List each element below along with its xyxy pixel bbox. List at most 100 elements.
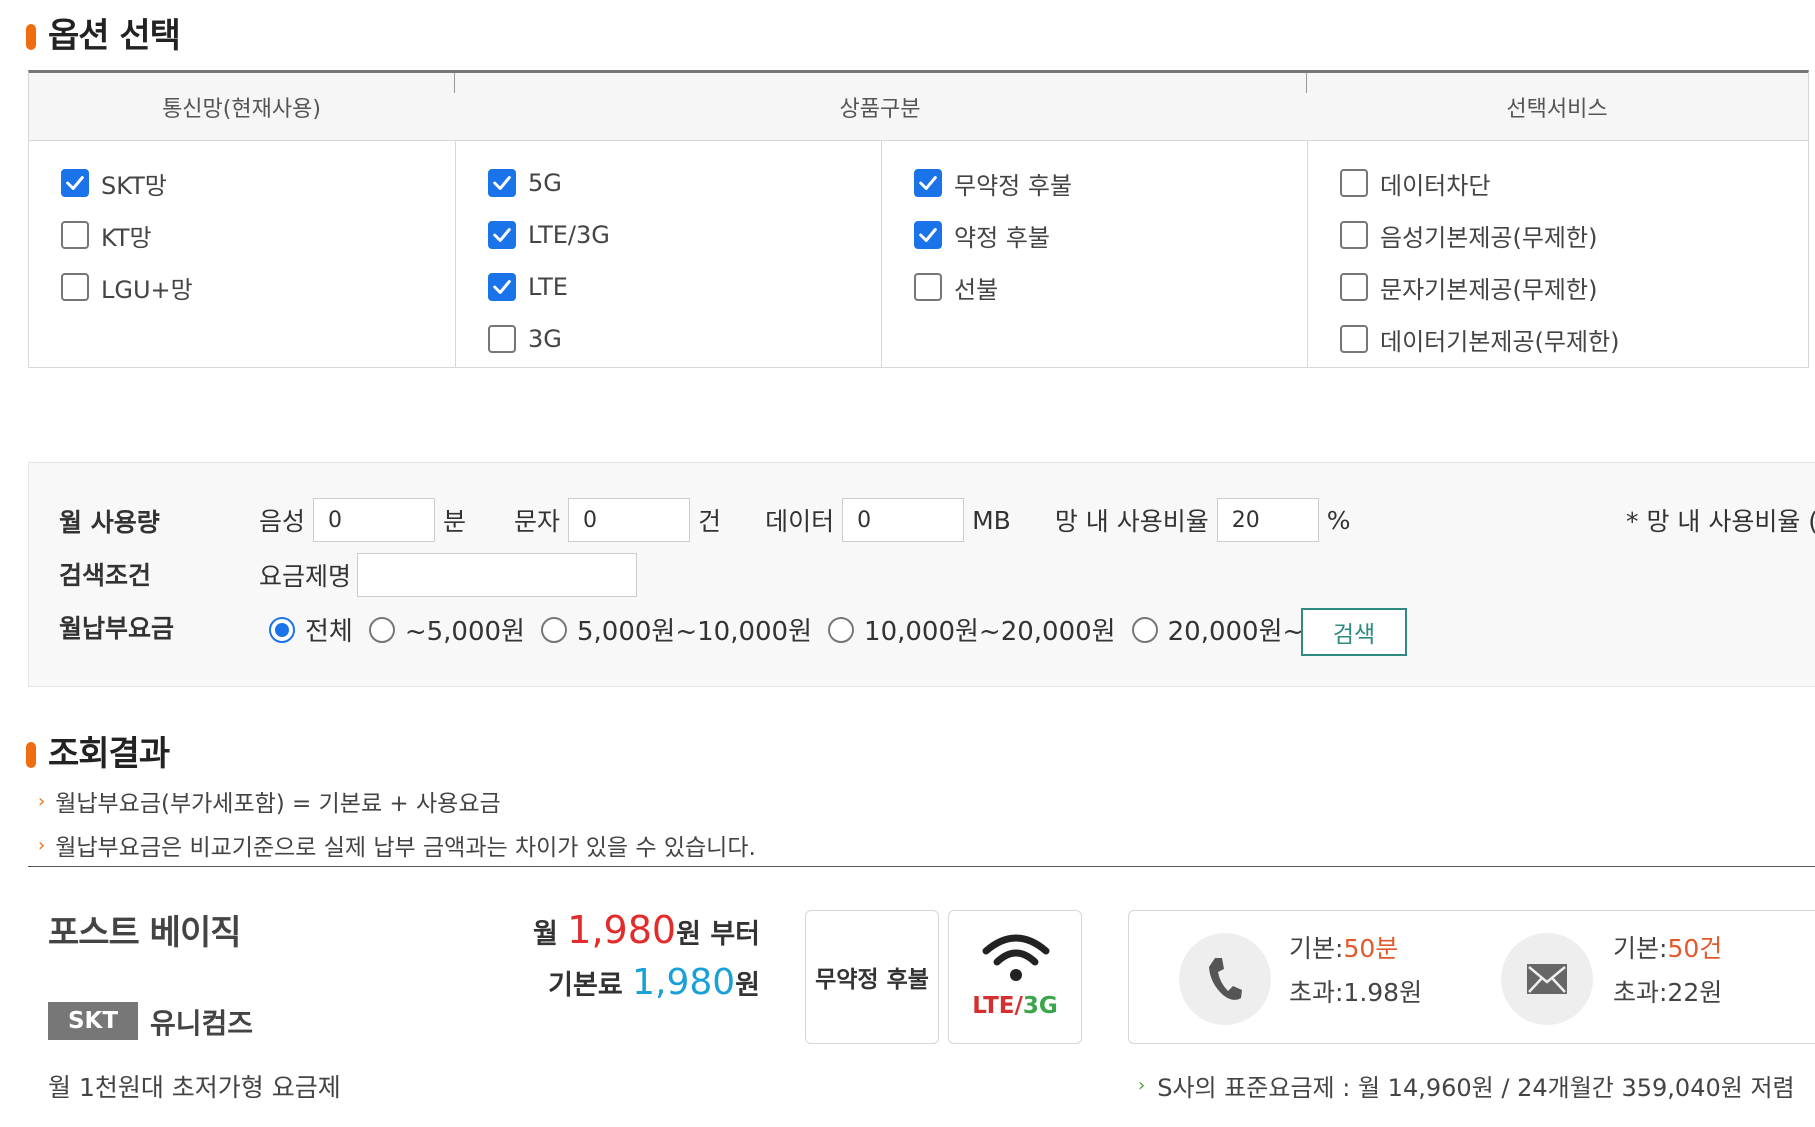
pay-type-label: 무약정 후불	[815, 967, 929, 993]
search-panel: 월 사용량 음성 분 문자 건 데이터 MB 망 내 사용비율 % * 망 내 …	[28, 462, 1815, 687]
fee-range-option[interactable]: 10,000원~20,000원	[828, 611, 1116, 648]
product-pay-option[interactable]: 약정 후불	[914, 209, 1307, 261]
mail-icon	[1501, 933, 1593, 1025]
fee-range-label: 전체	[305, 617, 353, 647]
checkbox-unchecked[interactable]	[914, 273, 942, 301]
wifi-icon	[982, 934, 1050, 981]
checkbox-unchecked[interactable]	[61, 273, 89, 301]
checkbox-unchecked[interactable]	[1340, 221, 1368, 249]
radio-unselected[interactable]	[368, 616, 395, 643]
service-option[interactable]: 문자기본제공(무제한)	[1340, 261, 1808, 313]
network-option-label: SKT망	[101, 171, 167, 200]
carrier-badge: SKT	[48, 1002, 138, 1040]
company-name: 유니컴즈	[150, 1007, 254, 1040]
sms-usage-text: 기본:50건 초과:22원	[1613, 934, 1723, 1007]
voice-usage-text: 기본:50분 초과:1.98원	[1289, 934, 1423, 1007]
product-tech-option-label: 5G	[528, 169, 562, 197]
service-option-label: 음성기본제공(무제한)	[1380, 223, 1598, 252]
option-title: 옵션 선택	[48, 16, 181, 56]
product-pay-option[interactable]: 무약정 후불	[914, 157, 1307, 209]
fee-range-label: 5,000원~10,000원	[576, 617, 813, 647]
search-cond-label: 검색조건	[59, 561, 152, 590]
network-type-label: LTE/3G	[972, 993, 1058, 1019]
service-option[interactable]: 데이터기본제공(무제한)	[1340, 313, 1808, 365]
chevron-right-icon: ›	[38, 790, 46, 812]
result-title: 조회결과	[48, 734, 170, 774]
product-tech-option[interactable]: LTE	[488, 261, 881, 313]
checkbox-unchecked[interactable]	[1340, 325, 1368, 353]
network-type-box: LTE/3G	[948, 910, 1082, 1044]
monthly-price: 월 1,980원 부터	[533, 908, 760, 952]
checkbox-checked[interactable]	[61, 169, 89, 197]
usage-box: 기본:50분 초과:1.98원 기본:50건 초과:22원	[1128, 910, 1815, 1044]
product-tech-option[interactable]: 5G	[488, 157, 881, 209]
data-label: 데이터	[765, 507, 835, 536]
checkbox-unchecked[interactable]	[61, 221, 89, 249]
network-option[interactable]: KT망	[61, 209, 455, 261]
result-note-text: 월납부요금은 비교기준으로 실제 납부 금액과는 차이가 있을 수 있습니다.	[55, 835, 756, 861]
header-product: 상품구분	[839, 97, 921, 122]
fee-range-option[interactable]: 20,000원~	[1131, 611, 1304, 648]
fee-range-option[interactable]: ~5,000원	[368, 611, 525, 648]
checkbox-unchecked[interactable]	[1340, 273, 1368, 301]
data-mb-input[interactable]	[842, 498, 965, 542]
voice-label: 음성	[259, 507, 306, 536]
option-table-body: SKT망 KT망 LGU+망 5G LTE/3G LTE 3G 무약정 후불약정 후불선불…	[29, 141, 1808, 368]
checkbox-checked[interactable]	[488, 273, 516, 301]
network-option-label: LGU+망	[101, 275, 193, 304]
product-pay-option[interactable]: 선불	[914, 261, 1307, 313]
network-option[interactable]: LGU+망	[61, 261, 455, 313]
sms-unit: 건	[698, 507, 722, 536]
data-unit: MB	[972, 505, 1011, 535]
radio-unselected[interactable]	[1131, 616, 1158, 643]
search-button[interactable]: 검색	[1301, 608, 1407, 656]
sms-label: 문자	[514, 507, 561, 536]
plan-name-row: 요금제명	[259, 553, 638, 597]
checkbox-checked[interactable]	[488, 221, 516, 249]
pay-type-box: 무약정 후불	[805, 910, 939, 1044]
fee-range-label: 10,000원~20,000원	[864, 617, 1116, 647]
fee-range-option[interactable]: 전체	[269, 611, 353, 648]
product-tech-option-label: LTE/3G	[528, 221, 610, 249]
checkbox-unchecked[interactable]	[488, 325, 516, 353]
voice-minutes-input[interactable]	[313, 498, 436, 542]
radio-unselected[interactable]	[540, 616, 567, 643]
product-pay-option-label: 선불	[954, 275, 999, 304]
product-pay-option-label: 무약정 후불	[954, 171, 1073, 200]
radio-unselected[interactable]	[828, 616, 855, 643]
product-tech-option[interactable]: LTE/3G	[488, 209, 881, 261]
service-option[interactable]: 데이터차단	[1340, 157, 1808, 209]
plan-name-input[interactable]	[357, 553, 638, 597]
product-tech-option[interactable]: 3G	[488, 313, 881, 365]
usage-row: 음성 분 문자 건 데이터 MB 망 내 사용비율 %	[259, 498, 1350, 542]
fee-range-label: ~5,000원	[404, 617, 525, 647]
option-section-title: 옵션 선택	[26, 8, 181, 57]
option-table-header: 통신망(현재사용) 상품구분 선택서비스	[29, 73, 1808, 141]
checkbox-checked[interactable]	[914, 169, 942, 197]
base-price: 기본료 1,980원	[548, 962, 760, 1003]
service-option[interactable]: 음성기본제공(무제한)	[1340, 209, 1808, 261]
result-note: › 월납부요금은 비교기준으로 실제 납부 금액과는 차이가 있을 수 있습니다…	[38, 828, 756, 862]
compare-note-text: S사의 표준요금제 : 월 14,960원 / 24개월간 359,040원 저…	[1157, 1074, 1795, 1102]
fee-row-label: 월납부요금	[59, 614, 175, 643]
fee-range-option[interactable]: 5,000원~10,000원	[540, 611, 813, 648]
checkbox-checked[interactable]	[488, 169, 516, 197]
monthly-value: 1,980	[567, 908, 677, 952]
sms-count-input[interactable]	[568, 498, 691, 542]
product-tech-column: 5G LTE/3G LTE 3G	[455, 141, 881, 368]
fee-radio-group: 전체 ~5,000원 5,000원~10,000원 10,000원~20,000원 20…	[269, 611, 1320, 648]
header-services: 선택서비스	[1506, 97, 1608, 122]
usage-row-label: 월 사용량	[59, 508, 160, 537]
monthly-prefix: 월	[533, 919, 568, 950]
plan-description: 월 1천원대 초저가형 요금제	[48, 1073, 341, 1102]
product-tech-option-label: 3G	[528, 325, 562, 353]
radio-selected[interactable]	[269, 616, 295, 643]
plan-name[interactable]: 포스트 베이직	[48, 905, 242, 954]
result-section-title: 조회결과	[26, 726, 170, 775]
services-column: 데이터차단음성기본제공(무제한) 문자기본제공(무제한) 데이터기본제공(무제한)	[1307, 141, 1808, 368]
network-option[interactable]: SKT망	[61, 157, 455, 209]
ratio-input[interactable]	[1216, 498, 1319, 542]
checkbox-unchecked[interactable]	[1340, 169, 1368, 197]
checkbox-checked[interactable]	[914, 221, 942, 249]
product-tech-option-label: LTE	[528, 273, 568, 301]
